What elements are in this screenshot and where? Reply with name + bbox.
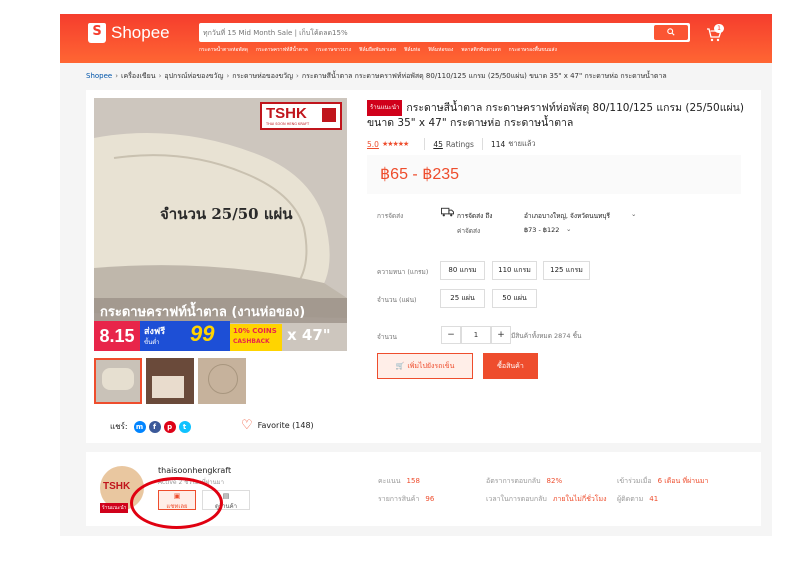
truck-icon (441, 207, 454, 217)
shopee-page: S Shopee กระดาษน้ำตาลห่อพัสดุ กระดาษคราฟ… (60, 14, 772, 536)
breadcrumb-item[interactable]: กระดาษห่อของขวัญ (232, 72, 293, 80)
image-banner-text: กระดาษคราฟท์น้ำตาล (งานห่อของ) (100, 305, 306, 320)
shopee-bag-icon: S (88, 23, 106, 43)
pinterest-icon[interactable]: p (163, 420, 176, 433)
image-count-text: จำนวน 25/50 แผ่น (160, 205, 293, 223)
hint-link[interactable]: กระดาษคราฟท์สีน้ำตาล (256, 46, 308, 54)
promo-cashback-box: 10% COINS CASHBACK (230, 324, 282, 351)
search-icon (667, 28, 675, 36)
ratings-label: Ratings (445, 139, 474, 149)
shop-stat: ผู้ติดตาม 41 (617, 495, 659, 503)
shop-stat: อัตราการตอบกลับ 82% (486, 477, 563, 485)
shop-stat: รายการสินค้า 96 (378, 495, 435, 503)
search-hints: กระดาษน้ำตาลห่อพัสดุ กระดาษคราฟท์สีน้ำตา… (199, 46, 557, 54)
shop-stat: คะแนน 158 (378, 477, 420, 485)
sold-label: ชายแล้ว (508, 139, 536, 148)
qty-input[interactable]: 1 (461, 326, 491, 344)
breadcrumb: Shopee › เครื่องเขียน › อุปกรณ์ห่อของขวัญ › กร… (86, 72, 667, 80)
shop-stat: เวลาในการตอบกลับ ภายในไม่กี่ชั่วโมง (486, 495, 607, 503)
shopee-logo[interactable]: S Shopee (88, 23, 170, 43)
share-row: แชร์: m f p t (110, 420, 191, 433)
hint-link[interactable]: กระดาษน้ำตาลห่อพัสดุ (199, 46, 248, 54)
favorite-label: Favorite (148) (257, 421, 314, 430)
hint-link[interactable]: ฟิล์มห่อของ (428, 46, 453, 54)
search-button[interactable] (654, 25, 688, 40)
ship-cost-label: ค่าจัดส่ง (457, 227, 481, 235)
breadcrumb-item[interactable]: เครื่องเขียน (121, 72, 156, 80)
ship-cost-value[interactable]: ฿73 - ฿122 (524, 226, 559, 234)
twitter-icon[interactable]: t (178, 420, 191, 433)
sheet-count-label: จำนวน (แผ่น) (377, 296, 417, 304)
annotation-circle (130, 477, 223, 529)
rating-stars: ★★★★★ (381, 140, 409, 148)
shipping-label: การจัดส่ง (377, 212, 404, 220)
buy-now-button[interactable]: ซื้อสินค้า (483, 353, 538, 379)
messenger-icon[interactable]: m (133, 420, 146, 433)
chevron-down-icon[interactable]: ⌄ (566, 225, 571, 233)
price: ฿65 - ฿235 (380, 166, 460, 183)
hint-link[interactable]: กระดาษขาวบาง (316, 46, 351, 54)
option-110[interactable]: 110 แกรม (492, 261, 537, 280)
quantity-stepper: − 1 + (441, 326, 511, 344)
brand-arrow-icon (322, 108, 336, 122)
breadcrumb-item[interactable]: อุปกรณ์ห่อของขวัญ (164, 72, 223, 80)
favorite-button[interactable]: ♡ Favorite (148) (241, 418, 314, 433)
quantity-label: จำนวน (377, 333, 397, 341)
header: S Shopee กระดาษน้ำตาลห่อพัสดุ กระดาษคราฟ… (60, 14, 772, 63)
cart-plus-icon: 🛒 (395, 362, 405, 370)
promo-ship-box: ส่งฟรี ขั้นต่ำ 99 (140, 321, 230, 351)
cart-count-badge: 1 (714, 24, 724, 33)
shop-name: thaisoonhengkraft (158, 466, 232, 475)
qty-minus-button[interactable]: − (441, 326, 461, 344)
product-card: TSHK THAI SOON HENG KRAFT จำนวน 25/50 แผ… (86, 90, 761, 443)
image-size-text: x 47" (287, 326, 331, 344)
option-50-sheets[interactable]: 50 แผ่น (492, 289, 537, 308)
hint-link[interactable]: กระดาษรองพื้นขนมส่ง (509, 46, 557, 54)
facebook-icon[interactable]: f (148, 420, 161, 433)
thumbnail-2[interactable] (146, 358, 194, 404)
rating-row: 5.0 ★★★★★ 45 Ratings 114 ชายแล้ว (367, 138, 536, 150)
ship-to-value[interactable]: อำเภอบางใหญ่, จังหวัดนนทบุรี (524, 211, 610, 221)
option-125[interactable]: 125 แกรม (543, 261, 590, 280)
sold-count: 114 (490, 139, 506, 149)
thumbnail-3[interactable] (198, 358, 246, 404)
thumbnail-1[interactable] (94, 358, 142, 404)
breadcrumb-item[interactable]: Shopee (86, 72, 112, 80)
ratings-count[interactable]: 45 (433, 140, 443, 149)
option-25-sheets[interactable]: 25 แผ่น (440, 289, 485, 308)
price-box: ฿65 - ฿235 (367, 155, 741, 194)
brand-badge: TSHK THAI SOON HENG KRAFT (260, 102, 342, 130)
product-title: ร้านแนะนำ กระดาษสีน้ำตาล กระดาษคราฟท์ห่อพ… (367, 100, 744, 129)
search-bar (199, 23, 690, 42)
hint-link[interactable]: ฟิล์มยืดพันพาเลท (359, 46, 396, 54)
search-input[interactable] (203, 23, 623, 42)
thickness-label: ความหนา (แกรม) (377, 268, 429, 276)
ship-to-label: การจัดส่ง ถึง (457, 212, 493, 220)
hint-link[interactable]: ฟิล์มห่อ (404, 46, 420, 54)
stock-text: มีสินค้าทั้งหมด 2874 ชิ้น (511, 332, 582, 340)
product-main-image[interactable]: TSHK THAI SOON HENG KRAFT จำนวน 25/50 แผ… (94, 98, 347, 351)
recommended-tag: ร้านแนะนำ (367, 100, 403, 116)
option-80[interactable]: 80 แกรม (440, 261, 485, 280)
promo-date: 8.15 (94, 321, 140, 351)
share-label: แชร์: (110, 422, 128, 431)
qty-plus-button[interactable]: + (491, 326, 511, 344)
hint-link[interactable]: พลาสติกพันพาเลท (461, 46, 500, 54)
add-to-cart-button[interactable]: 🛒 เพิ่มไปยังรถเข็น (377, 353, 473, 379)
rating-score[interactable]: 5.0 (367, 140, 379, 149)
logo-text: Shopee (111, 23, 170, 42)
heart-icon: ♡ (241, 418, 253, 433)
breadcrumb-current: กระดาษสีน้ำตาล กระดาษคราฟท์ห่อพัสดุ 80/1… (301, 72, 667, 80)
shop-recommended-tag: ร้านแนะนำ (100, 503, 129, 513)
chevron-down-icon[interactable]: ⌄ (631, 210, 636, 218)
thumbnail-strip (94, 358, 246, 404)
shop-stat: เข้าร่วมเมื่อ 6 เดือน ที่ผ่านมา (617, 477, 709, 485)
